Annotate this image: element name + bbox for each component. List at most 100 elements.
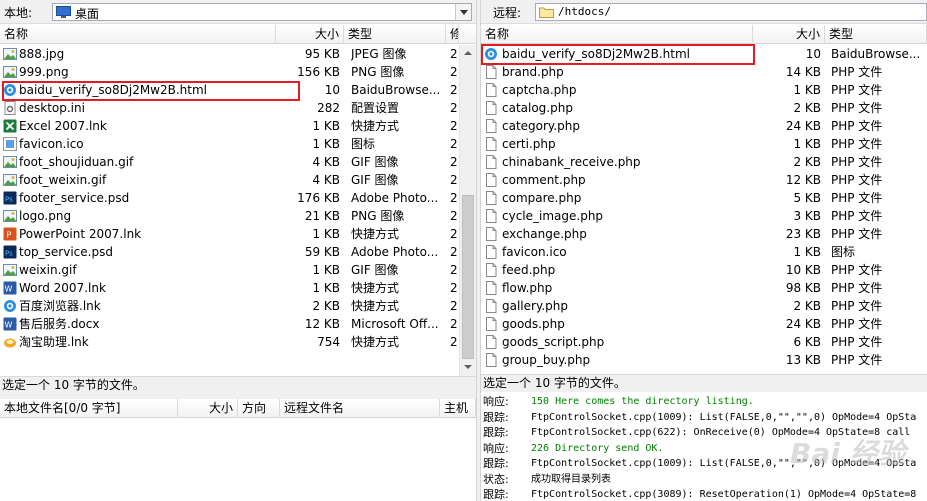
remote-col-type[interactable]: 类型	[825, 25, 927, 44]
local-file-row[interactable]: favicon.ico 1 KB 图标 2	[0, 135, 476, 153]
local-file-size: 95 KB	[304, 47, 340, 61]
scroll-down-arrow[interactable]	[460, 359, 476, 376]
local-file-row[interactable]: W 售后服务.docx 12 KB Microsoft Off... 2	[0, 315, 476, 333]
log-type: 跟踪:	[483, 410, 509, 424]
queue-col-local-file[interactable]: 本地文件名[0/0 字节]	[0, 399, 178, 418]
remote-col-name[interactable]: 名称	[481, 25, 753, 44]
remote-file-type: PHP 文件	[831, 65, 883, 79]
remote-file-row[interactable]: goods_script.php 6 KB PHP 文件	[481, 333, 927, 351]
local-file-type: 快捷方式	[351, 119, 400, 133]
remote-status: 选定一个 10 字节的文件。	[481, 374, 927, 392]
remote-file-size: 3 KB	[793, 209, 821, 223]
remote-file-row[interactable]: favicon.ico 1 KB 图标	[481, 243, 927, 261]
local-scrollbar[interactable]	[459, 45, 476, 376]
remote-file-row[interactable]: category.php 24 KB PHP 文件	[481, 117, 927, 135]
local-file-row[interactable]: W Word 2007.lnk 1 KB 快捷方式 2	[0, 279, 476, 297]
remote-file-row[interactable]: goods.php 24 KB PHP 文件	[481, 315, 927, 333]
local-file-row[interactable]: foot_weixin.gif 4 KB GIF 图像 2	[0, 171, 476, 189]
image-icon	[3, 209, 17, 223]
remote-file-row[interactable]: flow.php 98 KB PHP 文件	[481, 279, 927, 297]
psd-icon: Ps	[3, 245, 17, 259]
scroll-thumb[interactable]	[462, 195, 474, 359]
log-type: 跟踪:	[483, 426, 509, 439]
log-message: FtpControlSocket.cpp(1009): List(FALSE,0…	[531, 411, 917, 423]
queue-col-direction[interactable]: 方向	[238, 399, 280, 418]
remote-file-row[interactable]: cycle_image.php 3 KB PHP 文件	[481, 207, 927, 225]
local-file-row[interactable]: Ps footer_service.psd 176 KB Adobe Photo...…	[0, 189, 476, 207]
local-file-name: PowerPoint 2007.lnk	[19, 227, 142, 241]
local-file-name: foot_weixin.gif	[19, 173, 107, 187]
image-icon	[3, 47, 17, 61]
queue-col-host[interactable]: 主机	[440, 399, 476, 418]
file-icon	[484, 209, 498, 223]
local-file-mod: 2	[450, 227, 458, 241]
file-icon	[484, 335, 498, 349]
local-file-row[interactable]: baidu_verify_so8Dj2Mw2B.html 10 BaiduBrows…	[0, 81, 476, 99]
local-col-type[interactable]: 类型	[344, 25, 446, 44]
remote-file-row[interactable]: captcha.php 1 KB PHP 文件	[481, 81, 927, 99]
remote-file-name: feed.php	[502, 263, 556, 277]
log-message: FtpControlSocket.cpp(1009): List(FALSE,0…	[531, 458, 917, 469]
local-col-modified[interactable]: 修	[446, 25, 459, 44]
remote-file-row[interactable]: compare.php 5 KB PHP 文件	[481, 189, 927, 207]
remote-path-input[interactable]: /htdocs/	[535, 3, 927, 21]
svg-text:W: W	[5, 321, 13, 330]
file-icon	[484, 65, 498, 79]
local-file-type: GIF 图像	[351, 155, 399, 169]
local-file-name: 淘宝助理.lnk	[19, 335, 89, 349]
remote-file-row[interactable]: feed.php 10 KB PHP 文件	[481, 261, 927, 279]
local-file-row[interactable]: 999.png 156 KB PNG 图像 2	[0, 63, 476, 81]
remote-file-name: flow.php	[502, 281, 553, 295]
remote-file-row[interactable]: comment.php 12 KB PHP 文件	[481, 171, 927, 189]
local-file-name: 百度浏览器.lnk	[19, 299, 101, 313]
remote-file-row[interactable]: catalog.php 2 KB PHP 文件	[481, 99, 927, 117]
browser-icon	[3, 83, 17, 97]
svg-text:P: P	[7, 231, 12, 240]
local-file-row[interactable]: foot_shoujiduan.gif 4 KB GIF 图像 2	[0, 153, 476, 171]
remote-file-row[interactable]: chinabank_receive.php 2 KB PHP 文件	[481, 153, 927, 171]
remote-file-type: PHP 文件	[831, 137, 883, 151]
local-col-name[interactable]: 名称	[0, 25, 276, 44]
remote-file-row[interactable]: exchange.php 23 KB PHP 文件	[481, 225, 927, 243]
queue-col-remote-file[interactable]: 远程文件名	[280, 399, 440, 418]
remote-pane: 远程: /htdocs/ 名称 大小 类型 baidu_verify_so8Dj…	[481, 0, 927, 396]
local-column-header: 名称 大小 类型 修	[0, 25, 476, 44]
local-file-row[interactable]: desktop.ini 282 配置设置 2	[0, 99, 476, 117]
local-col-size[interactable]: 大小	[276, 25, 344, 44]
local-file-row[interactable]: 百度浏览器.lnk 2 KB 快捷方式 2	[0, 297, 476, 315]
local-file-row[interactable]: weixin.gif 1 KB GIF 图像 2	[0, 261, 476, 279]
remote-file-name: goods_script.php	[502, 335, 605, 349]
local-file-row[interactable]: logo.png 21 KB PNG 图像 2	[0, 207, 476, 225]
local-file-row[interactable]: Ps top_service.psd 59 KB Adobe Photo... 2	[0, 243, 476, 261]
local-file-type: 快捷方式	[351, 281, 400, 295]
local-file-row[interactable]: 淘宝助理.lnk 754 快捷方式 2	[0, 333, 476, 351]
remote-col-size[interactable]: 大小	[753, 25, 825, 44]
local-file-size: 2 KB	[312, 299, 340, 313]
log-message: 226 Directory send OK.	[531, 442, 664, 454]
local-file-name: Word 2007.lnk	[19, 281, 106, 295]
local-file-mod: 2	[450, 263, 458, 277]
local-file-name: 售后服务.docx	[19, 317, 100, 331]
remote-file-name: category.php	[502, 119, 580, 133]
local-file-row[interactable]: 888.jpg 95 KB JPEG 图像 2	[0, 45, 476, 63]
local-path-dropdown[interactable]	[455, 4, 471, 20]
local-path-input[interactable]: 桌面	[52, 3, 472, 21]
remote-file-row[interactable]: brand.php 14 KB PHP 文件	[481, 63, 927, 81]
remote-file-row[interactable]: gallery.php 2 KB PHP 文件	[481, 297, 927, 315]
local-file-name: Excel 2007.lnk	[19, 119, 107, 133]
local-file-row[interactable]: Excel 2007.lnk 1 KB 快捷方式 2	[0, 117, 476, 135]
remote-file-row[interactable]: group_buy.php 13 KB PHP 文件	[481, 351, 927, 369]
remote-file-size: 10 KB	[785, 263, 821, 277]
remote-file-row[interactable]: certi.php 1 KB PHP 文件	[481, 135, 927, 153]
local-file-size: 4 KB	[312, 173, 340, 187]
remote-file-list: baidu_verify_so8Dj2Mw2B.html 10 BaiduBrows…	[481, 45, 927, 369]
local-file-name: 999.png	[19, 65, 69, 79]
transfer-queue: 本地文件名[0/0 字节] 大小 方向 远程文件名 主机	[0, 399, 476, 501]
local-file-size: 1 KB	[312, 263, 340, 277]
queue-col-size[interactable]: 大小	[178, 399, 238, 418]
local-pane: 本地: 桌面 名称 大小 类型 修 888.jpg95 KBJPEG 图像299…	[0, 0, 476, 396]
local-file-row[interactable]: P PowerPoint 2007.lnk 1 KB 快捷方式 2	[0, 225, 476, 243]
remote-file-row[interactable]: baidu_verify_so8Dj2Mw2B.html 10 BaiduBrows…	[481, 45, 927, 63]
local-file-type: 图标	[351, 137, 376, 151]
scroll-up-arrow[interactable]	[460, 45, 476, 62]
